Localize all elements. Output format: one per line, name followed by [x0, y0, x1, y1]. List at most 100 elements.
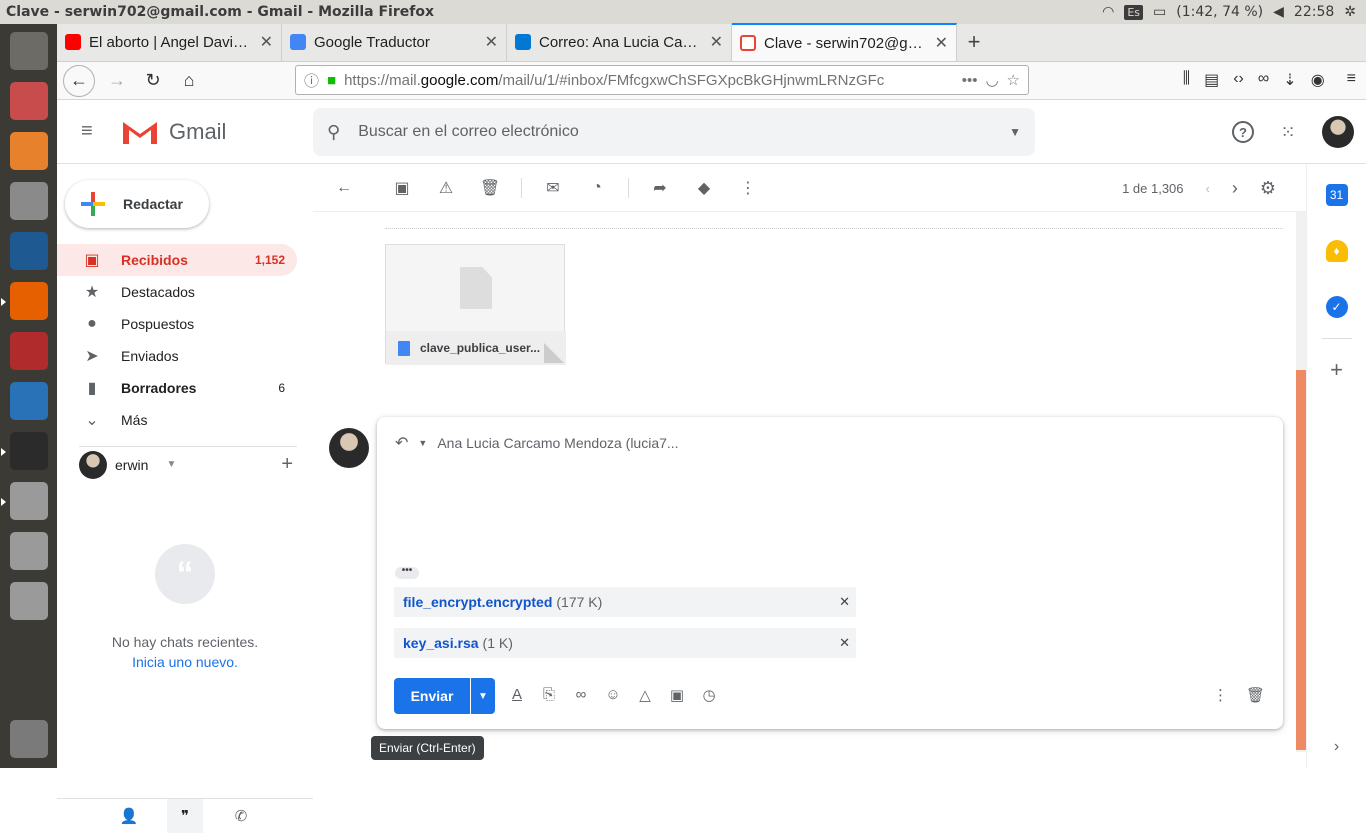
search-icon[interactable]: ⚲ — [327, 122, 340, 143]
url-text[interactable]: https://mail.google.com/mail/u/1/#inbox/… — [344, 72, 954, 89]
download-icon[interactable]: ⇣ — [1283, 70, 1296, 90]
search-input[interactable]: Buscar en el correo electrónico — [358, 123, 991, 141]
forward-button[interactable]: → — [103, 67, 131, 95]
main-menu-icon[interactable]: ≡ — [81, 120, 105, 143]
launcher-item[interactable] — [6, 328, 52, 374]
pocket-icon[interactable]: ◡ — [985, 71, 998, 89]
scrollbar-thumb[interactable] — [1296, 370, 1306, 750]
sidebar-item-borradores[interactable]: ▮ Borradores 6 — [57, 372, 297, 404]
start-chat-link[interactable]: Inicia uno nuevo. — [57, 654, 313, 670]
attached-file-name[interactable]: file_encrypt.encrypted — [403, 594, 552, 610]
search-bar[interactable]: ⚲ Buscar en el correo electrónico ▼ — [313, 108, 1035, 156]
expand-panel-icon[interactable]: › — [1334, 738, 1339, 756]
report-spam-icon[interactable]: ⚠ — [433, 175, 459, 201]
contacts-icon[interactable]: 👤 — [111, 799, 147, 833]
close-tab-icon[interactable]: ✕ — [710, 32, 723, 52]
close-tab-icon[interactable]: ✕ — [485, 32, 498, 52]
text-format-icon[interactable]: A — [507, 686, 527, 704]
insert-link-icon[interactable]: ∞ — [571, 686, 591, 704]
mark-unread-icon[interactable]: ✉ — [540, 175, 566, 201]
library-icon[interactable]: ⫼ — [1183, 70, 1190, 90]
caret-down-icon[interactable]: ▼ — [418, 438, 427, 448]
attach-file-icon[interactable]: ⎘ — [539, 686, 559, 704]
tasks-icon[interactable]: ✓ — [1325, 296, 1348, 318]
menu-icon[interactable]: ≡ — [1347, 70, 1356, 90]
sidebar-item-enviados[interactable]: ➤ Enviados — [57, 340, 297, 372]
phone-icon[interactable]: ✆ — [223, 799, 259, 833]
remove-attachment-icon[interactable]: ✕ — [839, 635, 850, 651]
settings-gear-icon[interactable]: ⚙ — [1260, 178, 1276, 199]
keep-icon[interactable]: ♦ — [1325, 240, 1348, 262]
close-tab-icon[interactable]: ✕ — [260, 32, 273, 52]
clock[interactable]: 22:58 — [1294, 4, 1334, 20]
tab-outlook[interactable]: Correo: Ana Lucia Carcam ✕ — [507, 23, 732, 61]
calendar-icon[interactable]: 31 — [1325, 184, 1348, 206]
reload-button[interactable]: ↻ — [139, 67, 167, 95]
launcher-item[interactable] — [6, 228, 52, 274]
launcher-item[interactable] — [0, 278, 52, 324]
wifi-icon[interactable]: ◠ — [1102, 4, 1114, 20]
add-addon-icon[interactable]: + — [1330, 359, 1343, 381]
send-button[interactable]: Enviar — [394, 678, 470, 714]
apps-grid-icon[interactable]: ⁙ — [1276, 120, 1300, 144]
keyboard-layout[interactable]: Es — [1124, 4, 1144, 20]
next-page-icon[interactable]: › — [1232, 178, 1238, 199]
sidebar-item-recibidos[interactable]: ▣ Recibidos 1,152 — [57, 244, 297, 276]
sidebar-item-destacados[interactable]: ★ Destacados — [57, 276, 297, 308]
delete-icon[interactable]: 🗑 — [477, 175, 503, 201]
scrollbar[interactable] — [1296, 212, 1306, 752]
attached-file[interactable]: file_encrypt.encrypted (177 K) ✕ — [394, 587, 856, 617]
remove-attachment-icon[interactable]: ✕ — [839, 594, 850, 610]
emoji-icon[interactable]: ☺ — [603, 686, 623, 704]
extension-icon[interactable]: ∞ — [1258, 70, 1269, 90]
tab-translate[interactable]: Google Traductor ✕ — [282, 23, 507, 61]
attached-file-name[interactable]: key_asi.rsa — [403, 635, 479, 651]
url-bar[interactable]: ⓘ ■ https://mail.google.com/mail/u/1/#in… — [295, 65, 1029, 95]
sidebar-item-pospuestos[interactable]: ● Pospuestos — [57, 308, 297, 340]
launcher-item[interactable] — [6, 578, 52, 624]
help-icon[interactable]: ? — [1232, 121, 1254, 143]
search-options-icon[interactable]: ▼ — [1009, 125, 1021, 139]
dev-tools-icon[interactable]: ‹› — [1233, 70, 1244, 90]
confidential-mode-icon[interactable]: ◷ — [699, 686, 719, 704]
launcher-item[interactable] — [0, 478, 52, 524]
bookmark-star-icon[interactable]: ☆ — [1007, 71, 1020, 89]
snooze-icon[interactable]: ◔ — [584, 175, 610, 201]
show-trimmed-content-button[interactable]: ••• — [395, 566, 419, 579]
move-to-icon[interactable]: ➦ — [647, 175, 673, 201]
sidebar-icon[interactable]: ▤ — [1204, 70, 1219, 90]
send-options-icon[interactable]: ▼ — [471, 678, 495, 714]
info-icon[interactable]: ⓘ — [304, 70, 319, 91]
add-chat-icon[interactable]: + — [281, 453, 297, 476]
hangouts-user[interactable]: erwin ▼ + — [79, 446, 297, 479]
account-icon[interactable]: ◉ — [1311, 70, 1325, 90]
tab-gmail[interactable]: Clave - serwin702@gmail ✕ — [732, 23, 957, 61]
volume-icon[interactable]: ◀ — [1273, 4, 1284, 20]
reply-arrow-icon[interactable]: ↶ — [395, 433, 408, 453]
new-tab-button[interactable]: + — [957, 23, 991, 61]
close-tab-icon[interactable]: ✕ — [935, 33, 948, 53]
launcher-item[interactable] — [6, 716, 52, 762]
attachment-card[interactable]: clave_publica_user... — [385, 244, 566, 365]
battery-icon[interactable]: ▭ — [1153, 4, 1166, 20]
account-avatar[interactable] — [1322, 116, 1354, 148]
discard-draft-icon[interactable]: 🗑 — [1246, 686, 1265, 704]
reply-compose-box[interactable]: ↶ ▼ Ana Lucia Carcamo Mendoza (lucia7...… — [377, 417, 1283, 729]
attached-file[interactable]: key_asi.rsa (1 K) ✕ — [394, 628, 856, 658]
back-arrow-icon[interactable]: ← — [331, 175, 357, 201]
launcher-item[interactable] — [6, 78, 52, 124]
prev-page-icon[interactable]: ‹ — [1206, 181, 1210, 196]
gmail-logo[interactable]: Gmail — [121, 118, 226, 146]
sidebar-item-más[interactable]: ⌄ Más — [57, 404, 297, 436]
page-actions-icon[interactable]: ••• — [962, 72, 978, 89]
label-icon[interactable]: ◆ — [691, 175, 717, 201]
archive-icon[interactable]: ▣ — [389, 175, 415, 201]
tab-youtube[interactable]: El aborto | Angel David F ✕ — [57, 23, 282, 61]
launcher-item[interactable] — [6, 528, 52, 574]
compose-button[interactable]: Redactar — [65, 180, 209, 228]
launcher-item[interactable] — [6, 128, 52, 174]
launcher-item[interactable] — [6, 28, 52, 74]
more-options-icon[interactable]: ⋮ — [1213, 686, 1228, 704]
back-button[interactable]: ← — [63, 64, 95, 97]
google-drive-icon[interactable]: △ — [635, 686, 655, 704]
